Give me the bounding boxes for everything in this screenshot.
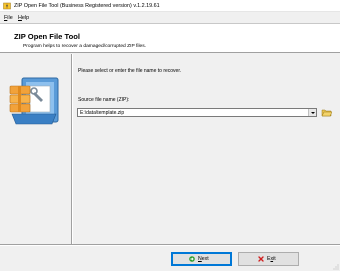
title-bar: ZIP Open File Tool (Business Registered … (0, 0, 340, 12)
menu-file-label: ile (7, 14, 13, 21)
menu-bar: File Help (0, 13, 340, 23)
browse-folder-button[interactable] (321, 107, 332, 118)
next-button[interactable]: Next (171, 252, 232, 266)
exit-x-icon (258, 256, 264, 262)
menu-file[interactable]: File (4, 15, 13, 22)
menu-help-label: elp (21, 14, 30, 21)
exit-button[interactable]: Exit (238, 252, 299, 266)
window-title: ZIP Open File Tool (Business Registered … (14, 3, 160, 9)
resize-grip-icon[interactable] (333, 264, 339, 270)
menu-help[interactable]: Help (18, 15, 29, 22)
page-subtitle: Program helps to recover a damaged/corru… (23, 43, 147, 49)
exit-button-label: Exit (267, 256, 276, 263)
wizard-content (73, 54, 340, 244)
instruction-text: Please select or enter the file name to … (78, 68, 182, 74)
app-icon (3, 2, 11, 10)
bottom-divider-highlight (0, 245, 340, 246)
page-title: ZIP Open File Tool (14, 32, 80, 41)
next-arrow-icon (189, 256, 195, 262)
next-button-label: Next (198, 256, 209, 263)
zip-repair-logo-icon (9, 77, 59, 125)
chevron-down-icon (311, 111, 315, 114)
wizard-header: ZIP Open File Tool Program helps to reco… (0, 23, 340, 53)
combobox-dropdown-button[interactable] (308, 109, 316, 116)
source-file-label: Source file name (ZIP): (78, 97, 130, 103)
next-button-label-rest: ext (201, 256, 209, 262)
source-file-value: E:\data\template.zip (80, 109, 125, 116)
source-file-combobox[interactable]: E:\data\template.zip (77, 108, 317, 117)
exit-button-label-rest: it (273, 256, 276, 262)
